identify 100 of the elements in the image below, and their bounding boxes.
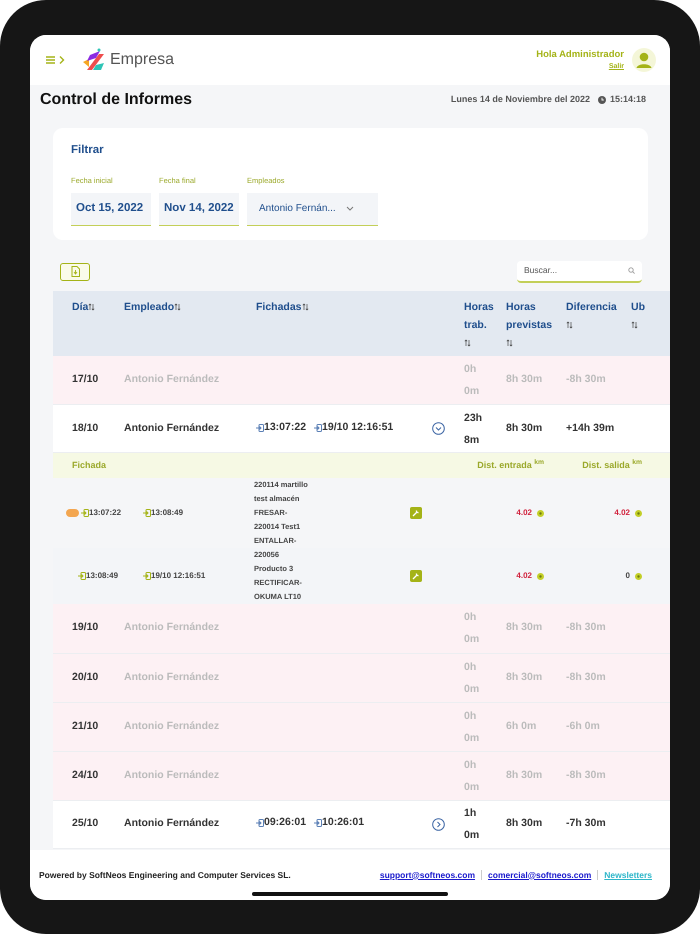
sort-icon xyxy=(174,302,182,311)
expand-button[interactable] xyxy=(432,422,445,435)
day-cell: 21/10 xyxy=(53,702,120,751)
menu-icon xyxy=(46,55,66,65)
employee-cell: Antonio Fernández xyxy=(120,604,252,653)
time-text: 15:14:18 xyxy=(610,93,646,106)
distance-value: 4.02 xyxy=(516,507,532,519)
difference-cell: -8h 30m xyxy=(562,604,627,653)
day-cell: 24/10 xyxy=(53,751,120,800)
hours-cell: 8h 30m xyxy=(502,751,562,800)
hours-cell: 8h 30m xyxy=(502,653,562,702)
sort-icon xyxy=(302,302,309,311)
sign-in-icon xyxy=(143,572,151,580)
chevron-right-icon xyxy=(432,818,445,830)
sort-icon xyxy=(88,302,96,311)
employee-cell: Antonio Fernández xyxy=(120,404,252,452)
column-header[interactable]: Fichadas xyxy=(256,300,302,312)
hours-cell: 8h 30m xyxy=(502,604,562,653)
avatar-icon xyxy=(632,48,656,72)
day-cell: 18/10 xyxy=(53,404,120,452)
punch-time: 19/10 12:16:51 xyxy=(322,420,394,435)
employee-cell: Antonio Fernández xyxy=(120,800,252,848)
sign-in-icon xyxy=(256,424,264,432)
punch-time: 13:07:22 xyxy=(89,507,122,519)
sort-icon xyxy=(506,338,513,347)
day-cell: 17/10 xyxy=(53,356,120,404)
difference-cell: -8h 30m xyxy=(562,751,627,800)
punch-time: 19/10 12:16:51 xyxy=(151,570,206,582)
employee-cell: Antonio Fernández xyxy=(120,653,252,702)
punch-time: 13:07:22 xyxy=(264,420,306,435)
location-icon xyxy=(635,572,642,580)
punch-time: 13:08:49 xyxy=(86,570,118,582)
brand-name: Empresa xyxy=(110,50,174,70)
column-header[interactable]: Día xyxy=(72,300,88,312)
clock-icon xyxy=(598,96,606,104)
difference-cell: -7h 30m xyxy=(562,800,627,848)
sign-in-icon xyxy=(314,819,322,828)
employee-cell: Antonio Fernández xyxy=(120,702,252,751)
tool-button[interactable] xyxy=(410,507,422,519)
column-header: Fichada xyxy=(72,460,106,470)
hours-cell: 0h 0m xyxy=(460,604,502,653)
difference-cell: -6h 0m xyxy=(562,702,627,751)
day-cell: 20/10 xyxy=(53,653,120,702)
hours-cell: 23h 8m xyxy=(460,404,502,452)
tool-button[interactable] xyxy=(410,570,422,582)
difference-cell: +14h 39m xyxy=(562,404,627,452)
column-header: Dist. entrada $^{km}$ xyxy=(477,460,544,470)
hours-cell: 6h 0m xyxy=(502,702,562,751)
employee-select[interactable]: Antonio Fernán... xyxy=(247,192,378,226)
location-icon xyxy=(537,510,544,516)
location-icon xyxy=(537,572,544,580)
difference-cell: -8h 30m xyxy=(562,653,627,702)
filter-title: Filtrar xyxy=(71,143,105,158)
date-field[interactable]: Oct 15, 2022 xyxy=(71,192,151,226)
footer-link[interactable]: support@softneos.com xyxy=(380,868,476,882)
chevron-down-icon xyxy=(346,206,354,211)
distance-value: 4.02 xyxy=(516,570,532,582)
sign-in-icon xyxy=(81,509,89,517)
export-button[interactable] xyxy=(60,262,90,280)
distance-value: 0 xyxy=(626,570,630,582)
punch-time: 09:26:01 xyxy=(264,815,306,830)
employee-cell: Antonio Fernández xyxy=(120,751,252,800)
expand-button[interactable] xyxy=(432,818,445,830)
day-cell: 25/10 xyxy=(53,800,120,848)
date-field[interactable]: Nov 14, 2022 xyxy=(159,192,239,226)
sign-in-icon xyxy=(314,424,322,432)
sort-icon xyxy=(566,320,573,329)
date-text: Lunes 14 de Noviembre del 2022 xyxy=(450,93,590,106)
menu-button[interactable] xyxy=(46,55,66,65)
column-header[interactable]: Empleado xyxy=(124,300,174,312)
punch-time: 13:08:49 xyxy=(151,507,184,519)
distance-value: 4.02 xyxy=(614,507,630,519)
hours-cell: 8h 30m xyxy=(502,356,562,404)
greeting-text: Hola Administrador xyxy=(536,48,624,62)
hours-cell: 8h 30m xyxy=(502,404,562,452)
hours-cell: 8h 30m xyxy=(502,800,562,848)
hours-cell: 0h 0m xyxy=(460,356,502,404)
employee-cell: Antonio Fernández xyxy=(120,356,252,404)
chevron-down-icon xyxy=(432,422,445,435)
logo-icon xyxy=(82,48,106,72)
hours-cell: 1h 0m xyxy=(460,800,502,848)
sort-icon xyxy=(464,338,471,347)
page-title: Control de Informes xyxy=(40,90,192,110)
sign-in-icon xyxy=(78,572,86,580)
search-icon xyxy=(628,267,635,274)
location-icon xyxy=(635,510,642,516)
footer-link[interactable]: comercial@softneos.com xyxy=(488,868,592,882)
file-icon xyxy=(70,266,80,277)
day-cell: 19/10 xyxy=(53,604,120,653)
hours-cell: 0h 0m xyxy=(460,653,502,702)
wrench-icon xyxy=(410,570,422,582)
search-field[interactable]: Buscar... xyxy=(517,260,642,282)
sort-icon xyxy=(631,320,638,329)
punch-time: 10:26:01 xyxy=(322,815,364,830)
status-pill xyxy=(66,509,79,517)
hours-cell: 0h 0m xyxy=(460,751,502,800)
hours-cell: 0h 0m xyxy=(460,702,502,751)
column-header: Dist. salida $^{km}$ xyxy=(582,460,642,470)
wrench-icon xyxy=(410,507,422,519)
sign-in-icon xyxy=(256,819,264,828)
